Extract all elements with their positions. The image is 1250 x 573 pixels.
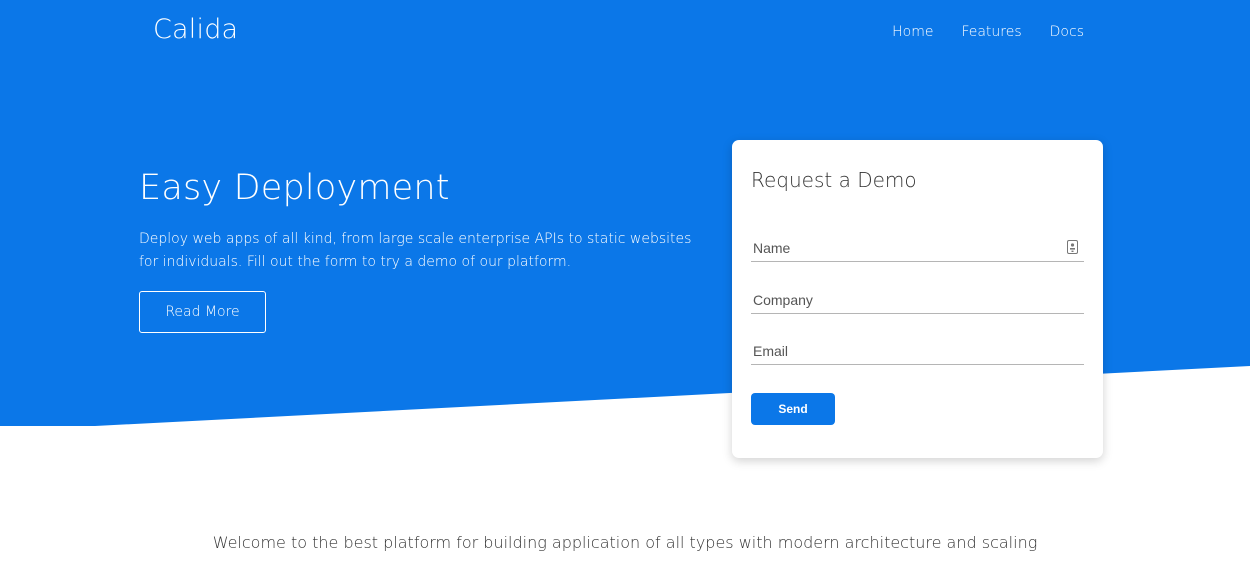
name-input[interactable] bbox=[751, 234, 1084, 261]
name-field bbox=[751, 234, 1084, 262]
hero-description: Deploy web apps of all kind, from large … bbox=[139, 231, 692, 270]
request-demo-form: Request a Demo Send bbox=[732, 140, 1103, 458]
nav-link-features[interactable]: Features bbox=[961, 24, 1021, 40]
nav-menu: Home Features Docs bbox=[892, 24, 1084, 40]
hero-section: Easy Deployment Deploy web apps of all k… bbox=[139, 166, 699, 274]
nav-link-home[interactable]: Home bbox=[892, 24, 933, 40]
read-more-button[interactable]: Read More bbox=[139, 291, 266, 333]
brand-logo[interactable]: Calida bbox=[153, 14, 238, 45]
hero-title: Easy Deployment bbox=[139, 168, 450, 208]
form-title: Request a Demo bbox=[751, 168, 917, 192]
welcome-text: Welcome to the best platform for buildin… bbox=[212, 533, 1038, 552]
company-field bbox=[751, 286, 1084, 314]
company-input[interactable] bbox=[751, 286, 1084, 313]
contact-card-icon[interactable] bbox=[1067, 240, 1078, 254]
nav-link-docs[interactable]: Docs bbox=[1050, 24, 1084, 40]
email-field bbox=[751, 337, 1084, 365]
navbar: Calida Home Features Docs bbox=[0, 0, 1250, 66]
email-input[interactable] bbox=[751, 337, 1084, 364]
send-button[interactable]: Send bbox=[751, 393, 835, 425]
